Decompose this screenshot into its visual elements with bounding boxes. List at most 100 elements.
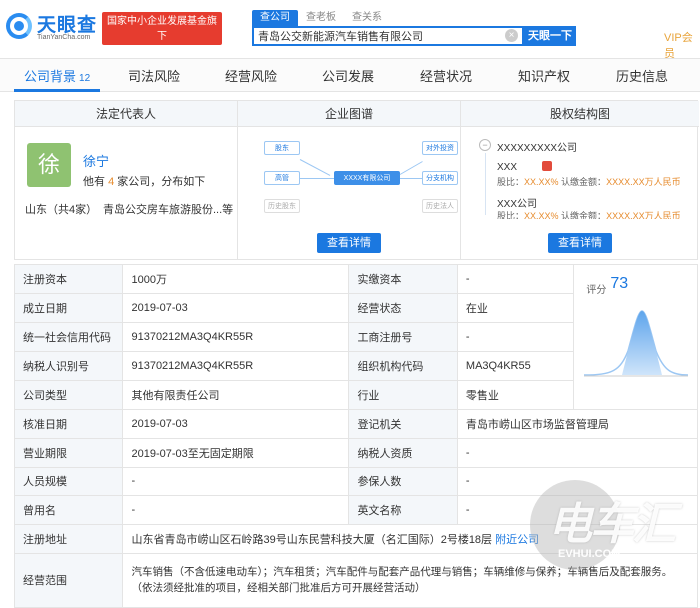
vip-link[interactable]: VIP会员	[664, 29, 700, 61]
tab-company-background[interactable]: 公司背景 12	[24, 66, 90, 85]
cell-value: 91370212MA3Q4KR55R	[122, 351, 350, 381]
address-text: 山东省青岛市崂山区石岭路39号山东民营科技大厦（名汇国际）2号楼18层	[131, 534, 493, 547]
graph-view-details-button[interactable]: 查看详情	[317, 233, 381, 253]
cell-key: 经营范围	[13, 552, 124, 608]
search-tab-relation[interactable]: 查关系	[344, 10, 390, 26]
cell-key: 注册地址	[13, 524, 124, 554]
tab-operating-status[interactable]: 经营状况	[420, 66, 472, 85]
tab-label: 公司发展	[322, 69, 375, 84]
badge-line-1: 国家中小企业发展基金旗下	[107, 16, 217, 42]
cell-value: -	[456, 264, 575, 294]
cell-key: 注册资本	[13, 264, 124, 294]
cell-value: 青岛市崂山区市场监督管理局	[456, 409, 699, 439]
tab-company-development[interactable]: 公司发展	[322, 66, 374, 85]
cell-key: 参保人数	[348, 466, 458, 497]
holder-name: XXX	[497, 162, 518, 173]
cell-key: 实缴资本	[348, 264, 458, 294]
cell-value: 2019-07-03	[122, 293, 350, 323]
search-tab-company[interactable]: 查公司	[252, 10, 298, 26]
enterprise-graph-card: 企业图谱 股东 高管 历史股东 XXXX有限公司 对外投资 分支机构 历史法人 …	[238, 101, 461, 259]
table-row: 营业期限 2019-07-03至无固定期限 纳税人资质 -	[13, 437, 699, 468]
cell-value: MA3Q4KR55	[456, 351, 575, 381]
score-panel: 评分 73	[573, 264, 698, 410]
province-count: 山东（共4家）	[25, 204, 98, 216]
site-logo[interactable]: 天眼查 TianYanCha.com	[6, 10, 98, 46]
search-tab-boss[interactable]: 查老板	[298, 10, 344, 26]
badge-line-2: 官方备案企业征信机构	[112, 46, 212, 57]
summary-cards: 法定代表人 徐 徐宁 他有 4 家公司，分布如下 山东（共4家） 青岛公交房车旅…	[14, 100, 699, 260]
scope-line-2: （依法须经批准的项目，经相关部门批准后方可开展经营活动）	[131, 582, 426, 595]
related-company[interactable]: 青岛公交房车旅游股份...等	[103, 201, 233, 217]
legal-rep-card: 法定代表人 徐 徐宁 他有 4 家公司，分布如下 山东（共4家） 青岛公交房车旅…	[15, 101, 238, 259]
tab-judicial-risk[interactable]: 司法风险	[128, 66, 180, 85]
ratio-label: 股比：	[497, 211, 525, 219]
equity-holder-2: XXX公司	[497, 199, 538, 210]
tab-label: 司法风险	[128, 69, 181, 84]
official-badge: 国家中小企业发展基金旗下 官方备案企业征信机构	[102, 12, 222, 57]
cell-key: 纳税人识别号	[13, 351, 124, 381]
tab-history[interactable]: 历史信息	[616, 66, 668, 85]
cell-value: -	[456, 437, 699, 468]
tab-label: 公司背景	[24, 69, 77, 84]
cell-key: 纳税人资质	[348, 437, 458, 468]
graph-node-history-shareholder: 历史股东	[264, 199, 300, 213]
graph-edge	[399, 161, 423, 175]
graph-edge	[400, 178, 422, 179]
equity-holder-2-detail: 股比：XX.XX% 认缴金额：XXXX.XX万人民币	[497, 209, 681, 219]
cell-key: 公司类型	[13, 380, 124, 410]
cell-value: 零售业	[456, 380, 575, 410]
equity-structure-card: 股权结构图 − XXXXXXXXX公司 XXX 股比：XX.XX% 认缴金额：X…	[461, 101, 699, 259]
cell-key: 统一社会信用代码	[13, 322, 124, 352]
amount-label: 认缴金额：	[561, 177, 607, 187]
equity-holder-1: XXX	[497, 161, 552, 173]
cell-value: 2019-07-03至无固定期限	[122, 437, 350, 468]
cell-value: 其他有限责任公司	[122, 380, 350, 410]
logo-eye-icon	[6, 13, 32, 39]
amount-label: 认缴金额：	[561, 211, 607, 219]
tab-operating-risk[interactable]: 经营风险	[225, 66, 277, 85]
person-tag-icon	[541, 161, 552, 171]
cell-key: 成立日期	[13, 293, 124, 323]
score-label: 评分	[586, 285, 607, 296]
cell-key: 营业期限	[13, 437, 124, 468]
watermark-sub: EVHUI.COM	[558, 548, 621, 560]
collapse-icon[interactable]: −	[479, 139, 491, 151]
legal-rep-desc: 他有 4 家公司，分布如下	[83, 173, 205, 189]
cell-key: 人员规模	[13, 466, 124, 497]
cell-key: 经营状态	[348, 293, 458, 323]
cell-value: -	[122, 466, 350, 497]
search-type-tabs: 查公司 查老板 查关系	[252, 10, 390, 26]
graph-node-history-legal: 历史法人	[422, 199, 458, 213]
legal-rep-title: 法定代表人	[15, 101, 237, 127]
cell-value: -	[456, 322, 575, 352]
watermark-text: 电车汇	[548, 500, 676, 549]
tab-intellectual-property[interactable]: 知识产权	[518, 66, 570, 85]
clear-search-icon[interactable]: ×	[505, 29, 518, 42]
cell-value: -	[122, 495, 350, 526]
equity-holder-1-detail: 股比：XX.XX% 认缴金额：XXXX.XX万人民币	[497, 175, 681, 188]
logo-text: 天眼查	[37, 15, 98, 36]
equity-view-details-button[interactable]: 查看详情	[548, 233, 612, 253]
search-input[interactable]	[254, 28, 494, 44]
logo-subtext: TianYanCha.com	[37, 34, 91, 41]
ratio-value: XX.XX%	[524, 211, 559, 219]
desc-pre: 他有	[83, 176, 105, 188]
search-button[interactable]: 天眼一下	[524, 26, 576, 46]
graph-node-center: XXXX有限公司	[334, 171, 400, 185]
active-tab-indicator	[14, 89, 100, 92]
graph-node-branch: 分支机构	[422, 171, 458, 185]
equity-top-company: XXXXXXXXX公司	[497, 143, 578, 154]
cell-value: 2019-07-03	[122, 409, 350, 439]
tree-line	[485, 153, 486, 215]
cell-key: 工商注册号	[348, 322, 458, 352]
legal-rep-name[interactable]: 徐宁	[83, 151, 109, 170]
equity-title: 股权结构图	[461, 101, 699, 127]
ratio-label: 股比：	[497, 177, 525, 187]
search-box: ×	[252, 26, 524, 46]
watermark: 电车汇 EVHUI.COM	[530, 470, 698, 580]
cell-value: 在业	[456, 293, 575, 323]
amount-value: XXXX.XX万人民币	[606, 177, 681, 187]
company-count: 4	[108, 176, 115, 188]
tab-label: 历史信息	[616, 69, 669, 84]
cell-key: 行业	[348, 380, 458, 410]
